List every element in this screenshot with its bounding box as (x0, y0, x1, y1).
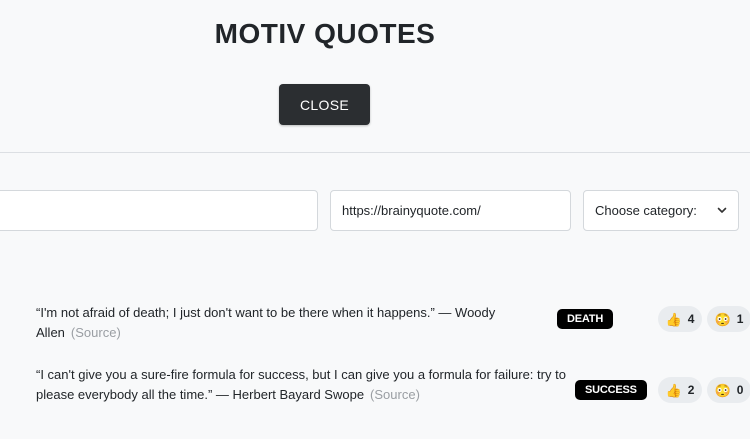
face-icon: 😳 (714, 311, 731, 327)
reaction-button-2[interactable]: 😳 0 (707, 377, 750, 403)
flexed-hand-icon: 👍 (665, 382, 682, 398)
quote-text-block: “I can't give you a sure-fire formula fo… (36, 365, 571, 405)
reaction-button-1[interactable]: 👍 4 (658, 306, 702, 332)
divider (0, 152, 750, 153)
reaction-count: 2 (687, 383, 695, 397)
reaction-count: 0 (736, 383, 744, 397)
chevron-down-icon (717, 207, 727, 213)
category-select[interactable]: Choose category: (583, 190, 739, 231)
quote-input[interactable] (0, 190, 318, 231)
source-link[interactable]: (Source) (71, 325, 121, 340)
reaction-count: 4 (687, 312, 695, 326)
close-button[interactable]: CLOSE (279, 84, 370, 125)
source-url-input[interactable]: https://brainyquote.com/ (330, 190, 571, 231)
reaction-button-1[interactable]: 👍 2 (658, 377, 702, 403)
category-select-value: Choose category: (595, 203, 697, 218)
flexed-hand-icon: 👍 (665, 311, 682, 327)
source-link[interactable]: (Source) (370, 387, 420, 402)
face-icon: 😳 (714, 382, 731, 398)
quote-text: “I can't give you a sure-fire formula fo… (36, 367, 566, 402)
page-title: MOTIV QUOTES (214, 18, 436, 49)
header: MOTIV QUOTES CLOSE (0, 0, 750, 152)
reaction-count: 1 (736, 312, 744, 326)
category-badge: DEATH (557, 309, 614, 329)
quote-text-block: “I'm not afraid of death; I just don't w… (36, 303, 556, 343)
reaction-button-2[interactable]: 😳 1 (707, 306, 750, 332)
category-badge: SUCCESS (575, 380, 647, 400)
